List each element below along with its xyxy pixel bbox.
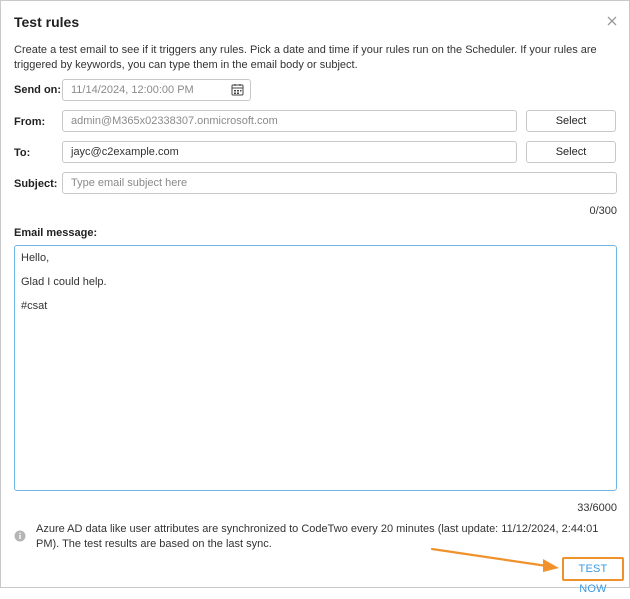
test-now-button[interactable]: TEST NOW <box>562 557 624 595</box>
subject-label: Subject: <box>14 178 58 190</box>
send-on-datetime-field[interactable]: 11/14/2024, 12:00:00 PM <box>62 79 251 101</box>
calendar-icon[interactable] <box>231 83 244 96</box>
to-label: To: <box>14 147 31 159</box>
from-select-button[interactable]: Select <box>526 110 616 132</box>
from-field[interactable]: admin@M365x02338307.onmicrosoft.com <box>62 110 517 132</box>
subject-input[interactable] <box>62 172 617 194</box>
send-on-label: Send on: <box>14 84 62 96</box>
close-icon <box>607 16 617 26</box>
from-label: From: <box>14 116 46 128</box>
message-line: Hello, <box>21 252 50 264</box>
email-message-textarea[interactable]: Hello, Glad I could help. #csat <box>14 245 617 491</box>
message-line: #csat <box>21 300 48 312</box>
message-char-counter: 33/6000 <box>577 502 617 514</box>
message-line: Glad I could help. <box>21 276 107 288</box>
test-rules-dialog: Test rules Create a test email to see if… <box>0 0 630 595</box>
close-button[interactable] <box>602 11 622 31</box>
to-field[interactable]: jayc@c2example.com <box>62 141 517 163</box>
subject-char-counter: 0/300 <box>589 205 617 217</box>
send-on-value: 11/14/2024, 12:00:00 PM <box>71 84 194 96</box>
annotation-arrow-icon <box>430 547 559 572</box>
to-select-button[interactable]: Select <box>526 141 616 163</box>
dialog-intro: Create a test email to see if it trigger… <box>14 44 597 71</box>
dialog-title: Test rules <box>14 14 80 30</box>
email-message-label: Email message: <box>14 227 98 239</box>
info-icon <box>14 530 26 542</box>
